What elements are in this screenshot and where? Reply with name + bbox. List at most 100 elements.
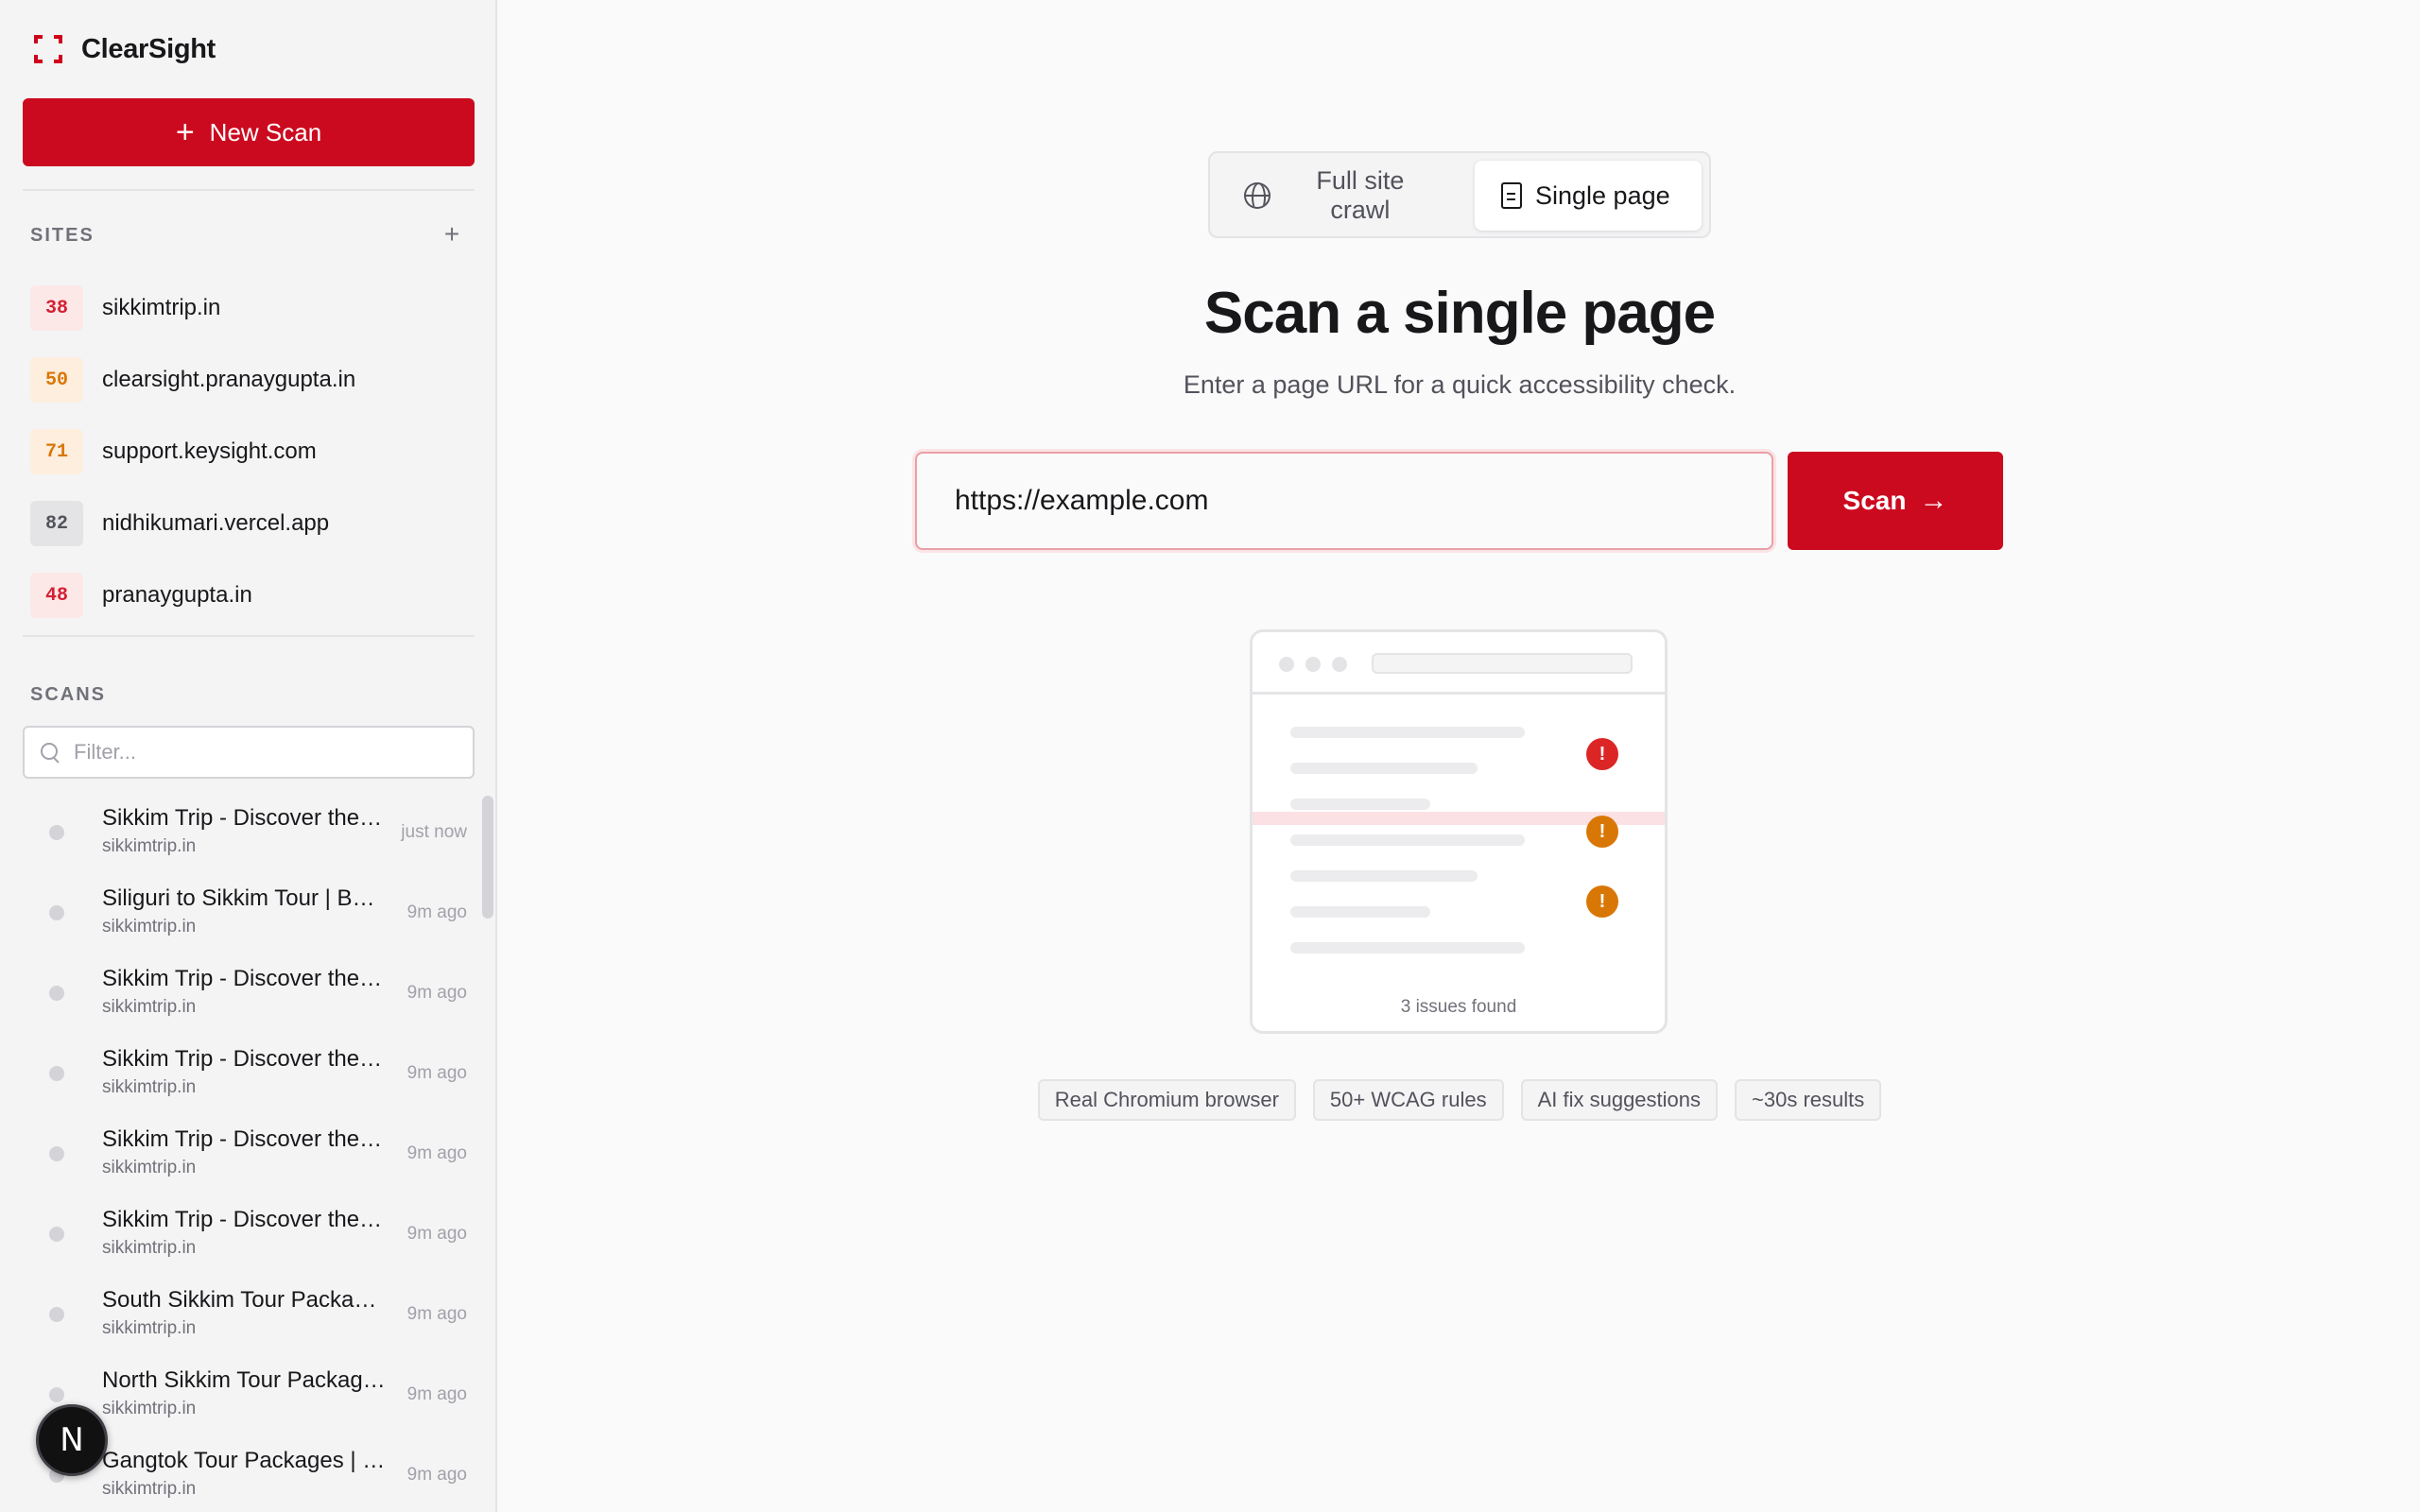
site-score-badge: 38 [30,285,83,331]
scan-item[interactable]: Sikkim Trip - Discover the Beauty of Sik… [23,1194,475,1274]
site-name: clearsight.pranaygupta.in [102,367,356,392]
content-line [1290,834,1525,846]
scan-status-dot [49,1387,64,1402]
scan-site: sikkimtrip.in [102,1479,197,1499]
scan-site: sikkimtrip.in [102,1158,197,1177]
new-scan-button[interactable]: + New Scan [23,98,475,166]
scan-item[interactable]: Sikkim Trip - Discover the Beauty of Sik… [23,1113,475,1194]
url-input[interactable] [915,452,1773,550]
issue-warning-icon: ! [1586,816,1618,848]
tab-full-site-crawl[interactable]: Full site crawl [1218,161,1463,231]
feature-chip: 50+ WCAG rules [1312,1079,1504,1121]
scan-time: 9m ago [406,1384,467,1404]
scans-scrollbar[interactable] [482,796,493,919]
site-score-badge: 71 [30,429,83,474]
window-dot [1332,657,1347,672]
site-item[interactable]: 48 pranaygupta.in [30,559,475,631]
scan-title: Sikkim Trip - Discover the Beauty of Sik… [102,805,386,831]
globe-icon [1244,182,1270,209]
scan-title: Sikkim Trip - Discover the Beauty of Sik… [102,966,386,991]
divider [23,189,475,191]
scan-time: 9m ago [406,1304,467,1324]
scan-item[interactable]: Sikkim Trip - Discover the Beauty of Sik… [23,953,475,1033]
brand[interactable]: ClearSight [34,28,216,70]
page-subtitle: Enter a page URL for a quick accessibili… [1183,370,1737,399]
address-bar [1372,653,1633,674]
scan-button[interactable]: Scan → [1788,452,2003,550]
site-score-badge: 82 [30,501,83,546]
scan-mode-toggle: Full site crawl Single page [1208,151,1711,238]
feature-chip: AI fix suggestions [1520,1079,1719,1121]
scan-time: 9m ago [406,983,467,1003]
scan-title: South Sikkim Tour Packages [102,1287,386,1313]
scan-title: Sikkim Trip - Discover the Beauty of Sik… [102,1207,386,1232]
arrow-right-icon: → [1919,485,1948,516]
feature-chip: Real Chromium browser [1037,1079,1296,1121]
content-line [1290,870,1478,882]
scan-status-dot [49,1227,64,1242]
sidebar: ClearSight + New Scan SITES + 38 sikkimt… [0,0,497,1512]
dev-tools-badge[interactable]: N [36,1404,108,1476]
scan-time: 9m ago [406,902,467,922]
scan-illustration: ! ! ! 3 issues found [1250,629,1668,1034]
scan-title: Siliguri to Sikkim Tour | Best Packages [102,885,386,911]
filter-box [23,726,475,779]
site-name: support.keysight.com [102,438,317,464]
content-line [1290,727,1525,738]
scan-title: Gangtok Tour Packages | Best Deals [102,1448,386,1473]
plus-icon: + [175,114,195,150]
site-score-badge: 48 [30,573,83,618]
site-name: nidhikumari.vercel.app [102,510,330,536]
scan-item[interactable]: Siliguri to Sikkim Tour | Best Packages … [23,872,475,953]
scan-time: just now [401,822,467,842]
scan-time: 9m ago [406,1063,467,1083]
scan-site: sikkimtrip.in [102,1399,197,1418]
scan-time: 9m ago [406,1465,467,1485]
search-icon [40,742,60,763]
scan-status-dot [49,825,64,840]
divider [23,635,475,637]
scan-status-dot [49,905,64,920]
document-icon [1501,182,1522,209]
feature-chip: ~30s results [1735,1079,1882,1121]
scans-list: Sikkim Trip - Discover the Beauty of Sik… [23,792,475,1512]
site-item[interactable]: 50 clearsight.pranaygupta.in [30,344,475,416]
scan-item[interactable]: Sikkim Trip - Discover the Beauty of Sik… [23,792,475,872]
page-title: Scan a single page [1203,281,1716,346]
scan-item[interactable]: Sikkim Trip - Discover the Beauty of Sik… [23,1033,475,1113]
tab-label: Single page [1535,180,1670,210]
site-item[interactable]: 82 nidhikumari.vercel.app [30,488,475,559]
browser-bar [1253,632,1665,695]
scan-button-label: Scan [1842,486,1907,515]
content-line [1290,763,1478,774]
window-dot [1279,657,1294,672]
scans-heading: SCANS [30,684,107,705]
sites-list: 38 sikkimtrip.in 50 clearsight.pranaygup… [30,272,475,631]
scan-title: Sikkim Trip - Discover the Beauty of Sik… [102,1046,386,1072]
scan-status-dot [49,1066,64,1081]
tab-single-page[interactable]: Single page [1475,161,1702,231]
scan-status-dot [49,986,64,1001]
site-name: pranaygupta.in [102,582,252,608]
scan-item[interactable]: South Sikkim Tour Packages sikkimtrip.in… [23,1274,475,1354]
scan-site: sikkimtrip.in [102,836,197,856]
scan-title: North Sikkim Tour Packages [102,1367,386,1393]
sites-heading: SITES [30,225,95,246]
site-item[interactable]: 38 sikkimtrip.in [30,272,475,344]
content-line [1290,906,1430,918]
scan-status-dot [49,1146,64,1161]
scan-time: 9m ago [406,1224,467,1244]
site-name: sikkimtrip.in [102,295,221,320]
brand-name: ClearSight [81,33,216,64]
filter-input[interactable] [74,740,452,765]
scan-frame-logo-icon [34,35,62,63]
scan-site: sikkimtrip.in [102,1077,197,1097]
site-score-badge: 50 [30,357,83,403]
window-dot [1305,657,1321,672]
add-site-plus-icon[interactable]: + [441,221,463,248]
tab-label: Full site crawl [1316,166,1405,224]
site-item[interactable]: 71 support.keysight.com [30,416,475,488]
scan-site: sikkimtrip.in [102,917,197,936]
issue-alert-icon: ! [1586,738,1618,770]
new-scan-label: New Scan [209,117,322,146]
